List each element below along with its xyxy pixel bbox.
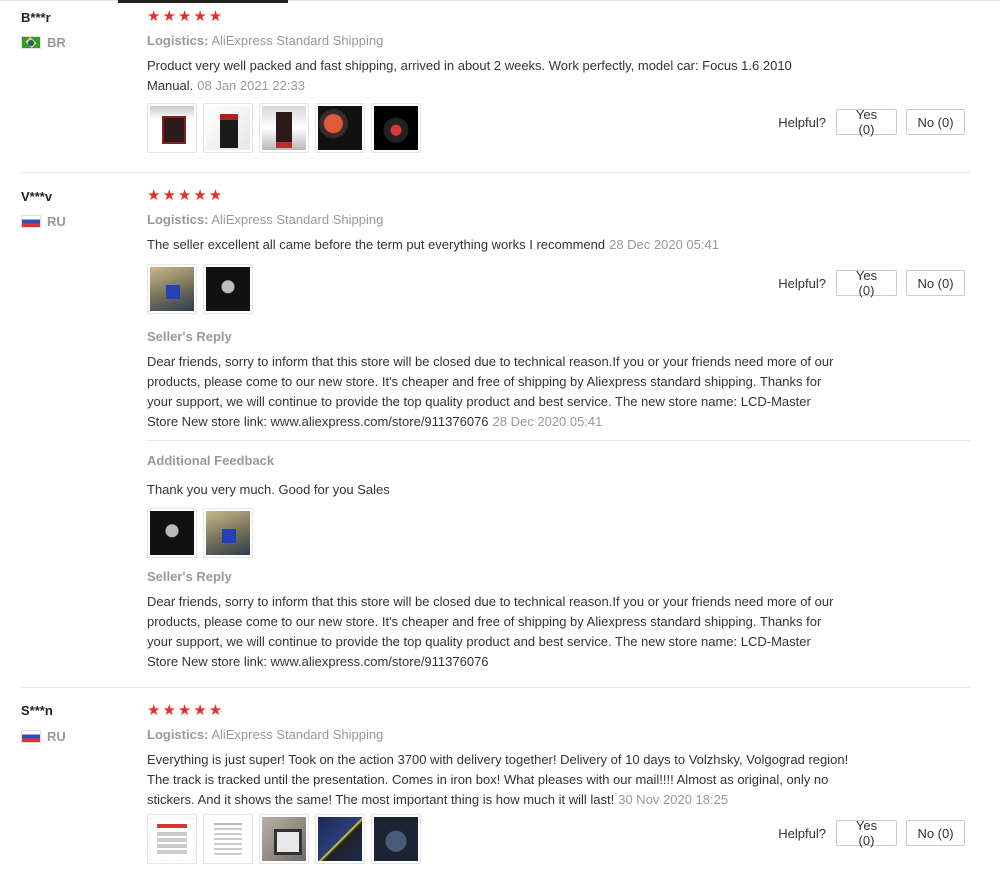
logistics-info: Logistics: AliExpress Standard Shipping	[147, 727, 847, 742]
helpful-label: Helpful?	[778, 275, 826, 291]
star-rating: ★★★★★	[147, 8, 225, 25]
review-photo[interactable]	[259, 814, 309, 864]
reviewer-name: S***n	[21, 703, 53, 718]
review-photo[interactable]	[147, 814, 197, 864]
helpful-no-button[interactable]: No (0)	[906, 270, 965, 296]
review-date: 30 Nov 2020 18:25	[618, 792, 729, 807]
country-code: RU	[47, 729, 66, 744]
reviewer-country: RU	[21, 729, 66, 744]
logistics-label: Logistics:	[147, 727, 209, 742]
logistics-value: AliExpress Standard Shipping	[211, 727, 384, 742]
review-photo[interactable]	[203, 814, 253, 864]
review-photo[interactable]	[203, 508, 253, 558]
review-photo[interactable]	[371, 814, 421, 864]
review-photos	[147, 814, 847, 864]
logistics-label: Logistics:	[147, 33, 209, 48]
seller-reply-text: Dear friends, sorry to inform that this …	[147, 352, 837, 432]
helpful-controls: Helpful? Yes (0) No (0)	[778, 818, 965, 848]
country-code: RU	[47, 214, 66, 229]
review-text: Everything is just super! Took on the ac…	[147, 750, 867, 810]
helpful-no-button[interactable]: No (0)	[906, 109, 965, 135]
review-photo[interactable]	[203, 103, 253, 153]
reviewer-country: BR	[21, 35, 66, 50]
russia-flag-icon	[21, 730, 41, 743]
review-text: The seller excellent all came before the…	[147, 235, 847, 255]
helpful-label: Helpful?	[778, 825, 826, 841]
review-date: 28 Dec 2020 05:41	[609, 237, 719, 252]
seller-reply-date: 28 Dec 2020 05:41	[492, 414, 603, 429]
logistics-info: Logistics: AliExpress Standard Shipping	[147, 33, 847, 48]
review-photos	[147, 264, 847, 314]
review-photo[interactable]	[259, 103, 309, 153]
helpful-controls: Helpful? Yes (0) No (0)	[778, 107, 965, 137]
review-divider	[20, 172, 970, 173]
logistics-value: AliExpress Standard Shipping	[211, 212, 384, 227]
star-rating: ★★★★★	[147, 187, 225, 204]
review-photo[interactable]	[203, 264, 253, 314]
review-photo[interactable]	[315, 814, 365, 864]
reviewer-name: V***v	[21, 189, 53, 204]
helpful-controls: Helpful? Yes (0) No (0)	[778, 268, 965, 298]
review-photo[interactable]	[315, 103, 365, 153]
seller-reply-title: Seller's Reply	[147, 329, 232, 344]
logistics-value: AliExpress Standard Shipping	[211, 33, 384, 48]
additional-feedback-text: Thank you very much. Good for you Sales	[147, 482, 390, 497]
helpful-yes-button[interactable]: Yes (0)	[836, 107, 897, 137]
seller-reply-text: Dear friends, sorry to inform that this …	[147, 594, 834, 669]
review-body: Everything is just super! Took on the ac…	[147, 752, 849, 807]
feedback-divider	[147, 440, 970, 441]
review-divider	[20, 687, 970, 688]
additional-photos	[147, 508, 847, 558]
review-body: The seller excellent all came before the…	[147, 237, 606, 252]
star-rating: ★★★★★	[147, 702, 225, 719]
review-photo[interactable]	[147, 103, 197, 153]
helpful-no-button[interactable]: No (0)	[906, 820, 965, 846]
review-photo[interactable]	[147, 264, 197, 314]
review-date: 08 Jan 2021 22:33	[197, 78, 305, 93]
brazil-flag-icon	[21, 36, 41, 49]
review-text: Product very well packed and fast shippi…	[147, 56, 847, 96]
helpful-yes-button[interactable]: Yes (0)	[836, 268, 897, 298]
review-photo[interactable]	[371, 103, 421, 153]
logistics-label: Logistics:	[147, 212, 209, 227]
additional-feedback-title: Additional Feedback	[147, 453, 275, 468]
review-photos	[147, 103, 847, 153]
active-tab-indicator	[118, 0, 288, 3]
seller-reply-body: Dear friends, sorry to inform that this …	[147, 354, 834, 429]
helpful-label: Helpful?	[778, 114, 826, 130]
reviewer-name: B***r	[21, 10, 51, 25]
russia-flag-icon	[21, 215, 41, 228]
review-photo[interactable]	[147, 508, 197, 558]
seller-reply-title: Seller's Reply	[147, 569, 232, 584]
helpful-yes-button[interactable]: Yes (0)	[836, 818, 897, 848]
reviewer-country: RU	[21, 214, 66, 229]
country-code: BR	[47, 35, 66, 50]
logistics-info: Logistics: AliExpress Standard Shipping	[147, 212, 847, 227]
